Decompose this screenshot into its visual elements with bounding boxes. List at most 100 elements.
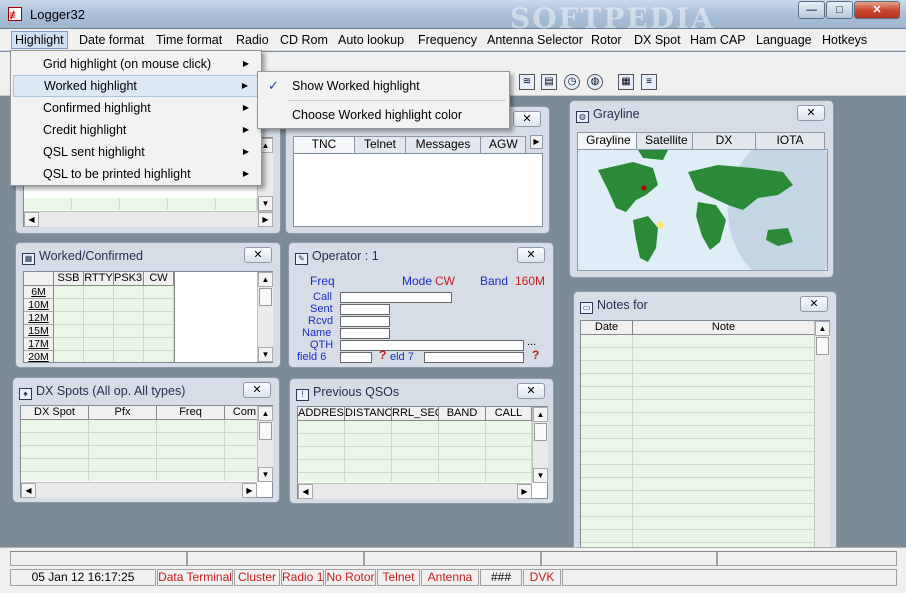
grid-cell[interactable] bbox=[144, 338, 174, 351]
tab-dx-spots[interactable]: DX Spots bbox=[692, 132, 756, 162]
grid-cell[interactable] bbox=[89, 433, 157, 446]
column-header[interactable]: DX Spot bbox=[21, 406, 89, 420]
grid-cell[interactable] bbox=[633, 400, 814, 413]
grid-cell[interactable] bbox=[581, 491, 633, 504]
tab-grayline[interactable]: Grayline bbox=[577, 132, 637, 149]
tab-messages[interactable]: Messages bbox=[405, 136, 481, 153]
grid-cell[interactable] bbox=[157, 420, 225, 433]
horizontal-scrollbar[interactable]: ◀▶ bbox=[21, 482, 257, 498]
horizontal-scrollbar[interactable]: ◀▶ bbox=[298, 483, 532, 499]
column-header[interactable]: PSK31 bbox=[114, 272, 144, 286]
grid-cell[interactable] bbox=[581, 504, 633, 517]
column-header[interactable]: CW bbox=[144, 272, 174, 286]
grid-cell[interactable] bbox=[89, 420, 157, 433]
grid-cell[interactable] bbox=[298, 434, 345, 447]
column-header[interactable]: RRL_SEC bbox=[392, 407, 439, 421]
grid-cell[interactable] bbox=[633, 387, 814, 400]
tab-telnet[interactable]: Telnet bbox=[354, 136, 406, 153]
grid-cell[interactable] bbox=[439, 473, 486, 482]
grid-cell[interactable] bbox=[114, 325, 144, 338]
grid-cell[interactable] bbox=[581, 413, 633, 426]
grid-cell[interactable] bbox=[54, 325, 84, 338]
vertical-scrollbar[interactable]: ▲▼ bbox=[532, 407, 548, 483]
maximize-button[interactable]: □ bbox=[826, 1, 853, 19]
grid-cell[interactable] bbox=[84, 299, 114, 312]
grid-cell[interactable] bbox=[633, 478, 814, 491]
menu-ham-cap[interactable]: Ham CAP bbox=[687, 31, 749, 49]
menu-auto-lookup[interactable]: Auto lookup bbox=[335, 31, 407, 49]
grid-cell[interactable] bbox=[144, 286, 174, 299]
menu-item-show-worked-highlight[interactable]: ✓ Show Worked highlight bbox=[260, 74, 507, 98]
tab-satellite[interactable]: Satellite bbox=[636, 132, 693, 149]
grid-cell[interactable] bbox=[225, 433, 257, 446]
app-icon[interactable]: ≢ bbox=[8, 7, 22, 22]
grid-cell[interactable] bbox=[114, 286, 144, 299]
globe-icon[interactable]: ◍ bbox=[587, 74, 603, 90]
clock-icon[interactable]: ◷ bbox=[564, 74, 580, 90]
grid-cell[interactable] bbox=[54, 286, 84, 299]
call-input[interactable] bbox=[340, 292, 452, 303]
grid-cell[interactable] bbox=[298, 460, 345, 473]
status-dvk[interactable]: DVK bbox=[523, 569, 561, 586]
column-header[interactable]: Freq bbox=[157, 406, 225, 420]
close-icon[interactable]: ✕ bbox=[517, 247, 545, 263]
close-icon[interactable]: ✕ bbox=[797, 105, 825, 121]
telnet-text-area[interactable] bbox=[293, 153, 543, 227]
menu-cd-rom[interactable]: CD Rom bbox=[277, 31, 331, 49]
tab-tnc[interactable]: TNC bbox=[293, 136, 355, 153]
minimize-button[interactable]: — bbox=[798, 1, 825, 19]
grid-cell[interactable] bbox=[633, 504, 814, 517]
name-input[interactable] bbox=[340, 328, 390, 339]
grid-cell[interactable] bbox=[486, 421, 532, 434]
grid-cell[interactable] bbox=[157, 472, 225, 481]
menu-language[interactable]: Language bbox=[753, 31, 815, 49]
grid-cell[interactable] bbox=[144, 299, 174, 312]
field6-help-icon[interactable]: ? bbox=[379, 348, 386, 362]
grid-cell[interactable] bbox=[84, 286, 114, 299]
grid-cell[interactable] bbox=[486, 434, 532, 447]
grid-cell[interactable] bbox=[633, 426, 814, 439]
grid-cell[interactable] bbox=[581, 530, 633, 543]
status-radio[interactable]: Radio 1 bbox=[281, 569, 324, 586]
grid-cell[interactable] bbox=[581, 387, 633, 400]
grid-cell[interactable] bbox=[84, 312, 114, 325]
grid-cell[interactable] bbox=[144, 325, 174, 338]
grid-cell[interactable] bbox=[298, 421, 345, 434]
grid-cell[interactable] bbox=[144, 312, 174, 325]
menu-frequency[interactable]: Frequency bbox=[415, 31, 480, 49]
grid-cell[interactable] bbox=[486, 447, 532, 460]
grid-cell[interactable] bbox=[486, 473, 532, 482]
grid-cell[interactable] bbox=[21, 459, 89, 472]
grid-cell[interactable] bbox=[89, 459, 157, 472]
column-header[interactable]: ADDRESS bbox=[298, 407, 345, 421]
close-icon[interactable]: ✕ bbox=[513, 111, 541, 127]
close-icon[interactable]: ✕ bbox=[800, 296, 828, 312]
status-data-terminal[interactable]: Data Terminal bbox=[157, 569, 233, 586]
grid-cell[interactable] bbox=[392, 421, 439, 434]
grid-cell[interactable] bbox=[392, 460, 439, 473]
grid-cell[interactable] bbox=[633, 413, 814, 426]
grid-cell[interactable] bbox=[633, 374, 814, 387]
calculator-icon[interactable]: ▦ bbox=[618, 74, 634, 90]
grid-cell[interactable] bbox=[633, 491, 814, 504]
menu-date-format[interactable]: Date format bbox=[76, 31, 147, 49]
menu-hotkeys[interactable]: Hotkeys bbox=[819, 31, 870, 49]
grayline-map[interactable] bbox=[577, 149, 828, 271]
qth-input[interactable] bbox=[340, 340, 524, 351]
grid-cell[interactable] bbox=[84, 325, 114, 338]
vertical-scrollbar[interactable]: ▲▼ bbox=[257, 406, 273, 482]
menu-item-worked-highlight[interactable]: Worked highlight ▶ bbox=[13, 75, 259, 97]
grid-cell[interactable] bbox=[392, 473, 439, 482]
menu-dx-spot[interactable]: DX Spot bbox=[631, 31, 684, 49]
grid-cell[interactable] bbox=[225, 420, 257, 433]
sent-input[interactable] bbox=[340, 304, 390, 315]
grid-cell[interactable] bbox=[345, 473, 392, 482]
column-header[interactable]: Pfx bbox=[89, 406, 157, 420]
column-header[interactable]: RTTY bbox=[84, 272, 114, 286]
grid-cell[interactable] bbox=[439, 460, 486, 473]
menu-item-credit-highlight[interactable]: Credit highlight ▶ bbox=[13, 119, 259, 141]
grid-cell[interactable] bbox=[298, 447, 345, 460]
menu-radio[interactable]: Radio bbox=[233, 31, 272, 49]
grid-cell[interactable] bbox=[486, 460, 532, 473]
rcvd-input[interactable] bbox=[340, 316, 390, 327]
